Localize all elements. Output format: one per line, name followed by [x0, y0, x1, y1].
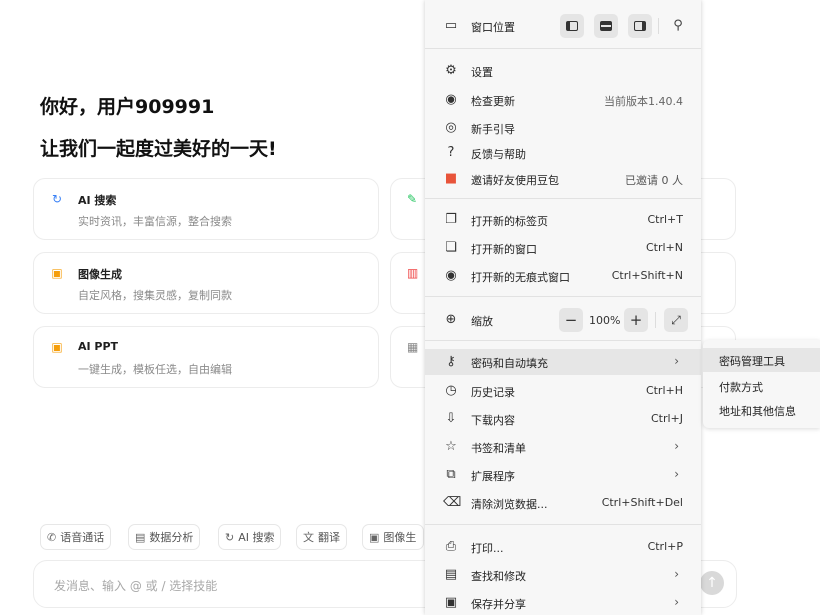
- gift-icon: ■: [444, 171, 458, 186]
- menu-find[interactable]: ▤ 查找和修改 ›: [425, 562, 701, 588]
- menu-history[interactable]: ◷ 历史记录 Ctrl+H: [425, 378, 701, 404]
- menu-extensions[interactable]: ⧉ 扩展程序 ›: [425, 462, 701, 488]
- chevron-right-icon: ›: [674, 595, 679, 609]
- chip-image[interactable]: ▣ 图像生: [362, 524, 424, 550]
- star-icon: ☆: [445, 439, 457, 454]
- image-gen-icon: ▣: [51, 266, 63, 280]
- zoom-in-button[interactable]: +: [624, 308, 648, 332]
- card-ai-search[interactable]: ↻ AI 搜索 实时资讯，丰富信源，整合搜索: [33, 178, 379, 240]
- card-subtitle: 实时资讯，丰富信源，整合搜索: [78, 215, 232, 228]
- pin-icon[interactable]: ⚲: [666, 14, 690, 38]
- book-icon: ▥: [407, 266, 419, 280]
- card-image-gen[interactable]: ▣ 图像生成 自定风格，搜集灵感，复制同款: [33, 252, 379, 314]
- printer-icon: ⎙: [445, 539, 457, 554]
- grid-icon: ▦: [407, 340, 419, 354]
- find-icon: ▤: [444, 567, 458, 582]
- menu-check-update[interactable]: ◉ 检查更新 当前版本1.40.4: [425, 87, 701, 113]
- card-ai-ppt[interactable]: ▣ AI PPT 一键生成，模板任选，自由编辑: [33, 326, 379, 388]
- version-label: 当前版本1.40.4: [604, 95, 683, 108]
- zoom-value: 100%: [589, 314, 621, 327]
- card-subtitle: 一键生成，模板任选，自由编辑: [78, 363, 232, 376]
- submenu-password-manager[interactable]: 密码管理工具: [703, 348, 820, 372]
- chevron-right-icon: ›: [674, 567, 679, 581]
- fullscreen-icon[interactable]: ⤢: [664, 308, 688, 332]
- chevron-right-icon: ›: [674, 354, 679, 368]
- greeting-title: 你好，用户909991: [40, 96, 215, 118]
- incognito-icon: ◉: [445, 268, 457, 283]
- menu-save-share[interactable]: ▣ 保存并分享 ›: [425, 590, 701, 615]
- card-subtitle: 自定风格，搜集灵感，复制同款: [78, 289, 232, 302]
- menu-new-window[interactable]: ❏ 打开新的窗口 Ctrl+N: [425, 235, 701, 261]
- greeting-subtitle: 让我们一起度过美好的一天!: [40, 138, 277, 160]
- zoom-icon: ⊕: [445, 312, 457, 327]
- submenu-address[interactable]: 地址和其他信息: [703, 398, 820, 422]
- gear-icon: ⚙: [445, 63, 457, 78]
- menu-downloads[interactable]: ⇩ 下载内容 Ctrl+J: [425, 406, 701, 432]
- chart-icon: ▤: [135, 530, 146, 544]
- window-right-button[interactable]: [628, 14, 652, 38]
- window-icon: ▭: [444, 18, 458, 33]
- ai-search-icon: ↻: [51, 192, 63, 206]
- browser-menu: ▭ 窗口位置 ⚲ ⚙ 设置 ◉ 检查更新 当前版本1.40.4 ◎ 新手引导 ?…: [425, 0, 701, 615]
- menu-autofill[interactable]: ⚷ 密码和自动填充 ›: [425, 349, 701, 375]
- zoom-out-button[interactable]: −: [559, 308, 583, 332]
- update-icon: ◉: [445, 92, 457, 107]
- menu-new-tab[interactable]: ❐ 打开新的标签页 Ctrl+T: [425, 207, 701, 233]
- compass-icon: ◎: [445, 120, 457, 135]
- menu-clear-data[interactable]: ⌫ 清除浏览数据... Ctrl+Shift+Del: [425, 490, 701, 516]
- card-title: AI 搜索: [78, 194, 117, 207]
- send-button[interactable]: ↑: [700, 571, 724, 595]
- download-icon: ⇩: [445, 411, 457, 426]
- ai-search-icon: ↻: [225, 530, 235, 544]
- menu-invite[interactable]: ■ 邀请好友使用豆包 已邀请 0 人: [425, 166, 701, 192]
- card-title: AI PPT: [78, 340, 119, 353]
- window-center-button[interactable]: [594, 14, 618, 38]
- autofill-submenu: 密码管理工具 付款方式 地址和其他信息: [703, 340, 820, 428]
- invite-count: 已邀请 0 人: [625, 174, 683, 187]
- pen-icon: ✎: [407, 192, 418, 206]
- chevron-right-icon: ›: [674, 439, 679, 453]
- window-left-button[interactable]: [560, 14, 584, 38]
- ppt-icon: ▣: [51, 340, 63, 354]
- image-icon: ▣: [369, 530, 380, 544]
- chip-voice-call[interactable]: ✆ 语音通话: [40, 524, 112, 550]
- puzzle-icon: ⧉: [446, 467, 456, 482]
- new-window-icon: ❏: [445, 240, 457, 255]
- chip-translate[interactable]: 文翻译: [296, 524, 347, 550]
- menu-incognito[interactable]: ◉ 打开新的无痕式窗口 Ctrl+Shift+N: [425, 263, 701, 289]
- menu-settings[interactable]: ⚙ 设置: [425, 58, 701, 84]
- phone-icon: ✆: [47, 530, 57, 544]
- submenu-payment[interactable]: 付款方式: [703, 374, 820, 398]
- card-title: 图像生成: [78, 268, 122, 281]
- chevron-right-icon: ›: [674, 467, 679, 481]
- help-icon: ?: [447, 145, 455, 160]
- menu-print[interactable]: ⎙ 打印... Ctrl+P: [425, 534, 701, 560]
- chip-data-analysis[interactable]: ▤ 数据分析: [128, 524, 201, 550]
- menu-bookmarks[interactable]: ☆ 书签和清单 ›: [425, 434, 701, 460]
- menu-guide[interactable]: ◎ 新手引导: [425, 115, 701, 141]
- input-placeholder: 发消息、输入 @ 或 / 选择技能: [54, 579, 218, 593]
- key-icon: ⚷: [446, 354, 456, 369]
- trash-icon: ⌫: [443, 495, 462, 510]
- history-icon: ◷: [445, 383, 457, 398]
- save-icon: ▣: [444, 595, 458, 610]
- chip-ai-search[interactable]: ↻ AI 搜索: [218, 524, 282, 550]
- new-tab-icon: ❐: [445, 212, 457, 227]
- menu-feedback[interactable]: ? 反馈与帮助: [425, 140, 701, 166]
- translate-icon: 文: [303, 531, 314, 544]
